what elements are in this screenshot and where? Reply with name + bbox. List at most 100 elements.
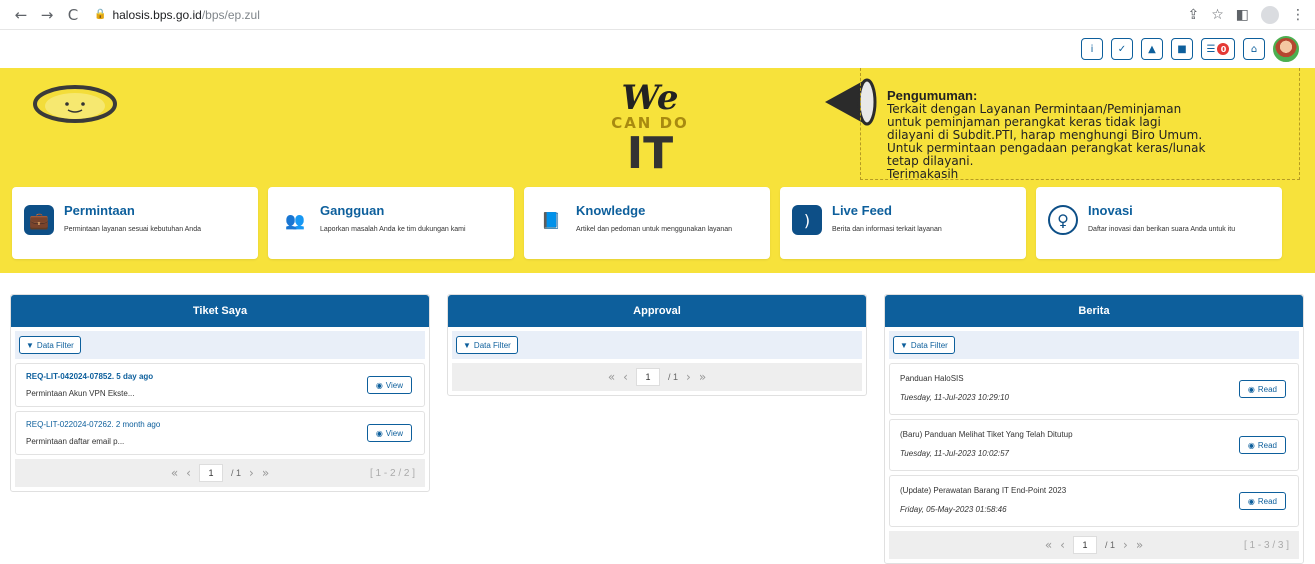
prev-page-icon[interactable]: ‹: [1060, 538, 1065, 552]
bookmark-star-icon[interactable]: ☆: [1211, 7, 1224, 23]
info-button[interactable]: i: [1081, 38, 1103, 60]
lock-icon: 🔒: [94, 9, 107, 20]
page-input[interactable]: 1: [198, 464, 223, 482]
news-date: Tuesday, 11-Jul-2023 10:29:10: [900, 393, 1009, 402]
url-host: halosis.bps.go.id: [112, 7, 202, 22]
card-gangguan[interactable]: 👥 Gangguan Laporkan masalah Anda ke tim d…: [268, 187, 514, 259]
profile-icon[interactable]: [1261, 5, 1279, 24]
news-title[interactable]: (Baru) Panduan Melihat Tiket Yang Telah …: [900, 430, 1288, 439]
info-icon: i: [1090, 43, 1094, 55]
view-label: View: [385, 428, 403, 438]
browser-actions: ⇪ ☆ ◧ ⋮: [1187, 5, 1305, 24]
first-page-icon[interactable]: «: [1045, 538, 1052, 552]
slogan: We CAN DO IT: [530, 78, 770, 176]
news-title[interactable]: Panduan HaloSIS: [900, 374, 1288, 383]
card-title: Gangguan: [320, 203, 385, 218]
ticket-item[interactable]: REQ-LIT-042024-07852. 5 day ago Perminta…: [15, 363, 425, 407]
news-item[interactable]: (Baru) Panduan Melihat Tiket Yang Telah …: [889, 419, 1299, 471]
inbox-icon: ☰: [1206, 43, 1216, 55]
read-label: Read: [1257, 440, 1277, 450]
share-icon[interactable]: ⇪: [1187, 7, 1199, 23]
read-button[interactable]: ◉ Read: [1238, 436, 1286, 454]
approval-button[interactable]: ✓: [1111, 38, 1133, 60]
filter-icon: ▼: [900, 340, 908, 350]
reload-icon[interactable]: C: [62, 4, 84, 26]
filter-row: ▼ Data Filter: [452, 331, 862, 359]
next-page-icon[interactable]: ›: [1123, 538, 1128, 552]
read-label: Read: [1257, 384, 1277, 394]
filter-label: Data Filter: [910, 340, 948, 350]
ticket-item[interactable]: REQ-LIT-022024-07262. 2 month ago Permin…: [15, 411, 425, 455]
next-page-icon[interactable]: ›: [249, 466, 254, 480]
announcement-body: Terkait dengan Layanan Permintaan/Peminj…: [887, 102, 1206, 181]
eye-icon: ◉: [375, 428, 383, 438]
rss-icon: ): [792, 205, 822, 235]
last-page-icon[interactable]: »: [262, 466, 269, 480]
card-title: Knowledge: [576, 203, 646, 218]
user-avatar[interactable]: [1273, 36, 1299, 62]
lightbulb-icon: ♀: [1048, 205, 1078, 235]
filter-label: Data Filter: [36, 340, 74, 350]
view-label: View: [385, 380, 403, 390]
news-item[interactable]: Panduan HaloSIS Tuesday, 11-Jul-2023 10:…: [889, 363, 1299, 415]
eye-icon: ◉: [1247, 384, 1255, 394]
headset-smiley-icon: [33, 85, 117, 123]
data-filter-button[interactable]: ▼ Data Filter: [456, 336, 518, 354]
ticket-ref[interactable]: REQ-LIT-022024-07262. 2 month ago: [26, 420, 414, 429]
announcement-title: Pengumuman:: [887, 88, 978, 103]
service-cards: 💼 Permintaan Permintaan layanan sesuai ke…: [12, 187, 1282, 259]
book-button[interactable]: ■: [1171, 38, 1193, 60]
card-desc: Permintaan layanan sesuai kebutuhan Anda: [64, 226, 201, 233]
warning-icon: ▲: [1148, 43, 1156, 55]
last-page-icon[interactable]: »: [1136, 538, 1143, 552]
card-live-feed[interactable]: ) Live Feed Berita dan informasi terkait …: [780, 187, 1026, 259]
pagination: « ‹ 1 / 1 › » [ 1 - 2 / 2 ]: [15, 459, 425, 487]
card-knowledge[interactable]: 📘 Knowledge Artikel dan pedoman untuk men…: [524, 187, 770, 259]
card-desc: Laporkan masalah Anda ke tim dukungan ka…: [320, 226, 466, 233]
panel-title: Tiket Saya: [11, 295, 429, 327]
first-page-icon[interactable]: «: [171, 466, 178, 480]
back-icon[interactable]: ←: [10, 4, 32, 26]
card-title: Inovasi: [1088, 203, 1133, 218]
alert-button[interactable]: ▲: [1141, 38, 1163, 60]
news-item[interactable]: (Update) Perawatan Barang IT End-Point 2…: [889, 475, 1299, 527]
panel-approval: Approval ▼ Data Filter « ‹ 1 / 1 › »: [447, 294, 867, 396]
data-filter-button[interactable]: ▼ Data Filter: [19, 336, 81, 354]
view-button[interactable]: ◉ View: [366, 424, 412, 442]
home-icon: ⌂: [1250, 43, 1258, 55]
page-range: [ 1 - 3 / 3 ]: [1243, 539, 1289, 551]
card-title: Live Feed: [832, 203, 892, 218]
card-inovasi[interactable]: ♀ Inovasi Daftar inovasi dan berikan suar…: [1036, 187, 1282, 259]
filter-row: ▼ Data Filter: [15, 331, 425, 359]
eye-icon: ◉: [1247, 440, 1255, 450]
panel-tiket-saya: Tiket Saya ▼ Data Filter REQ-LIT-042024-0…: [10, 294, 430, 492]
view-button[interactable]: ◉ View: [366, 376, 412, 394]
check-icon: ✓: [1117, 43, 1127, 55]
card-title: Permintaan: [64, 203, 135, 218]
page-total: / 1: [1104, 540, 1115, 550]
forward-icon[interactable]: →: [36, 4, 58, 26]
menu-kebab-icon[interactable]: ⋮: [1291, 7, 1305, 23]
home-button[interactable]: ⌂: [1243, 38, 1265, 60]
briefcase-icon: 💼: [24, 205, 54, 235]
ticket-ref[interactable]: REQ-LIT-042024-07852. 5 day ago: [26, 372, 414, 381]
prev-page-icon[interactable]: ‹: [186, 466, 191, 480]
inbox-button[interactable]: ☰ 0: [1201, 38, 1235, 60]
news-title[interactable]: (Update) Perawatan Barang IT End-Point 2…: [900, 486, 1288, 495]
first-page-icon[interactable]: «: [608, 370, 615, 384]
address-bar[interactable]: 🔒 halosis.bps.go.id /bps/ep.zul: [94, 4, 1187, 26]
page-input[interactable]: 1: [1072, 536, 1097, 554]
last-page-icon[interactable]: »: [699, 370, 706, 384]
data-filter-button[interactable]: ▼ Data Filter: [893, 336, 955, 354]
read-button[interactable]: ◉ Read: [1238, 380, 1286, 398]
inbox-badge: 0: [1217, 43, 1230, 55]
card-permintaan[interactable]: 💼 Permintaan Permintaan layanan sesuai ke…: [12, 187, 258, 259]
next-page-icon[interactable]: ›: [686, 370, 691, 384]
filter-row: ▼ Data Filter: [889, 331, 1299, 359]
read-button[interactable]: ◉ Read: [1238, 492, 1286, 510]
page-input[interactable]: 1: [635, 368, 660, 386]
sidepanel-icon[interactable]: ◧: [1236, 7, 1249, 23]
news-date: Tuesday, 11-Jul-2023 10:02:57: [900, 449, 1009, 458]
prev-page-icon[interactable]: ‹: [623, 370, 628, 384]
read-label: Read: [1257, 496, 1277, 506]
